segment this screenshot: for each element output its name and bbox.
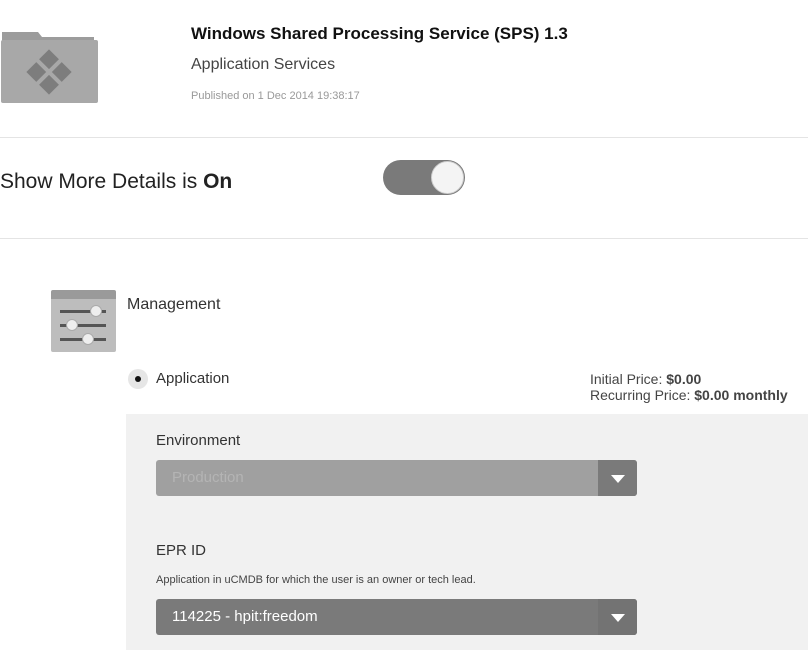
options-panel: Environment Production EPR ID Applicatio…	[126, 414, 808, 650]
epr-id-select[interactable]: 114225 - hpit:freedom	[156, 599, 637, 635]
divider	[0, 137, 808, 138]
environment-value: Production	[172, 469, 244, 486]
toggle-label-text: Show More Details is	[0, 170, 204, 193]
epr-id-help: Application in uCMDB for which the user …	[156, 574, 476, 586]
divider	[0, 238, 808, 239]
application-label[interactable]: Application	[156, 370, 229, 387]
service-title: Windows Shared Processing Service (SPS) …	[191, 24, 568, 43]
recurring-price: $0.00 monthly	[694, 387, 788, 403]
service-icon	[0, 28, 98, 103]
initial-price: $0.00	[666, 371, 702, 387]
toggle-knob	[431, 161, 464, 194]
section-title: Management	[127, 296, 221, 313]
chevron-down-icon[interactable]	[598, 599, 637, 635]
initial-price-label: Initial Price:	[590, 371, 667, 387]
service-category: Application Services	[191, 56, 336, 73]
show-more-details-label: Show More Details is On	[0, 170, 232, 194]
published-date: Published on 1 Dec 2014 19:38:17	[191, 90, 360, 102]
recurring-price-label: Recurring Price:	[590, 387, 695, 403]
application-radio[interactable]	[128, 369, 148, 389]
price-info: Initial Price: $0.00 Recurring Price: $0…	[590, 371, 788, 403]
toggle-state: On	[203, 170, 233, 193]
epr-id-value: 114225 - hpit:freedom	[172, 608, 318, 625]
sliders-icon	[51, 290, 116, 352]
chevron-down-icon[interactable]	[598, 460, 637, 496]
show-more-details-toggle[interactable]	[383, 160, 465, 195]
environment-select[interactable]: Production	[156, 460, 637, 496]
epr-id-label: EPR ID	[156, 542, 207, 559]
environment-label: Environment	[156, 432, 241, 449]
